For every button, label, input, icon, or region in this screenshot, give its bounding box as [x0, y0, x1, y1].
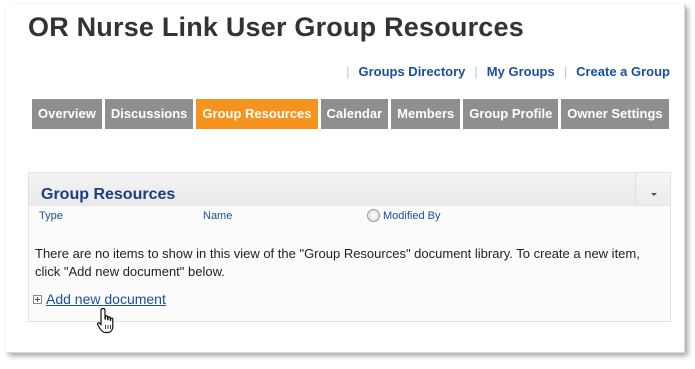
- plus-box-icon: [33, 294, 42, 304]
- tab-group-profile[interactable]: Group Profile: [463, 99, 559, 129]
- link-separator: |: [563, 64, 568, 79]
- tab-group-resources[interactable]: Group Resources: [196, 99, 318, 129]
- panel-header: Group Resources: [29, 173, 670, 206]
- column-name[interactable]: Name: [203, 210, 232, 222]
- my-groups-link[interactable]: My Groups: [487, 64, 555, 79]
- add-new-document-link[interactable]: Add new document: [46, 291, 166, 307]
- document-library-panel: Group Resources Type Name Modified By Th…: [28, 172, 671, 322]
- empty-library-message: There are no items to show in this view …: [35, 246, 640, 279]
- page-title: OR Nurse Link User Group Resources: [28, 12, 524, 42]
- column-type[interactable]: Type: [39, 210, 63, 222]
- tab-overview[interactable]: Overview: [32, 99, 102, 129]
- column-headers: Type Name Modified By: [29, 206, 670, 226]
- group-navigation-links: | Groups Directory | My Groups | Create …: [337, 64, 670, 79]
- link-separator: |: [474, 64, 478, 79]
- group-tabs: Overview Discussions Group Resources Cal…: [32, 99, 672, 129]
- hand-cursor-icon: [96, 307, 114, 334]
- groups-directory-link[interactable]: Groups Directory: [358, 64, 465, 79]
- panel-title: Group Resources: [41, 186, 176, 203]
- tab-discussions[interactable]: Discussions: [104, 99, 194, 129]
- add-new-document-row[interactable]: Add new document: [33, 291, 166, 307]
- column-modified-by-label: Modified By: [383, 209, 441, 222]
- tab-owner-settings[interactable]: Owner Settings: [561, 99, 669, 129]
- radio-icon: [367, 209, 380, 222]
- tab-calendar[interactable]: Calendar: [320, 99, 389, 129]
- link-separator: |: [346, 64, 350, 79]
- create-group-link[interactable]: Create a Group: [576, 64, 670, 79]
- column-modified-by[interactable]: Modified By: [367, 209, 440, 222]
- chevron-down-icon[interactable]: [635, 173, 670, 205]
- tab-members[interactable]: Members: [391, 99, 461, 129]
